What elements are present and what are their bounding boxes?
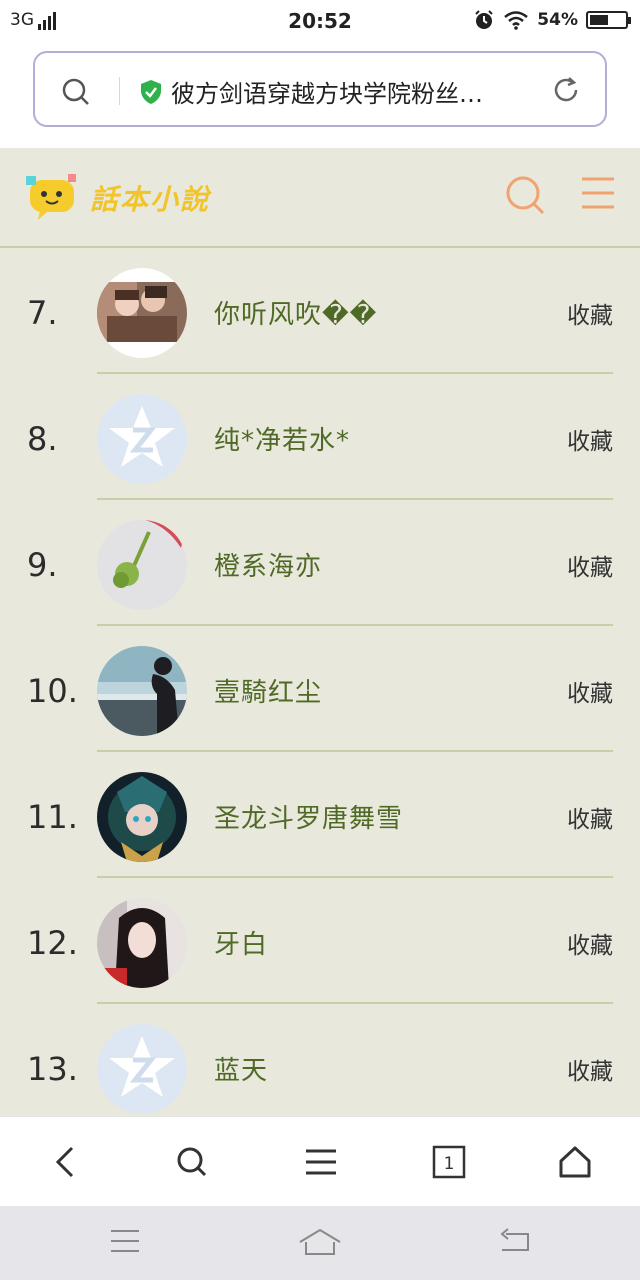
avatar[interactable] <box>97 898 187 988</box>
search-icon[interactable] <box>61 77 91 107</box>
rank-number: 9. <box>27 546 58 584</box>
list-item[interactable]: 9. 橙系海亦 收藏 <box>0 500 640 626</box>
collect-button[interactable]: 收藏 <box>567 422 613 456</box>
list-item[interactable]: 12. 牙白 收藏 <box>0 878 640 1004</box>
search-icon[interactable] <box>176 1145 208 1179</box>
recent-apps-icon[interactable] <box>110 1228 140 1254</box>
logo-icon[interactable] <box>24 170 80 224</box>
wifi-icon <box>504 11 529 30</box>
rank-number: 10. <box>27 672 78 710</box>
list-item[interactable]: 13. 蓝天 收藏 <box>0 1004 640 1116</box>
alarm-icon <box>475 10 494 29</box>
logo-text[interactable]: 話本小說 <box>90 178 210 218</box>
collect-button[interactable]: 收藏 <box>567 548 613 582</box>
battery-icon <box>586 11 631 29</box>
ranking-list: 7. 你听风吹�� 收藏 8. 纯*净若水* 收藏 9. 橙系海亦 收藏 10.… <box>0 248 640 1116</box>
system-navigation-bar <box>0 1206 640 1280</box>
collect-button[interactable]: 收藏 <box>567 926 613 960</box>
collect-button[interactable]: 收藏 <box>567 296 613 330</box>
tabs-icon[interactable]: 1 <box>432 1145 466 1179</box>
list-item[interactable]: 11. 圣龙斗罗唐舞雪 收藏 <box>0 752 640 878</box>
user-name[interactable]: 纯*净若水* <box>214 420 350 457</box>
default-avatar[interactable] <box>97 1024 187 1114</box>
rank-number: 12. <box>27 924 78 962</box>
home-icon[interactable] <box>558 1145 592 1179</box>
status-bar: 3G 20:52 54% <box>0 0 640 44</box>
reload-icon[interactable] <box>551 75 581 105</box>
page-title[interactable]: 彼方剑语穿越方块学院粉丝… <box>171 74 527 109</box>
rank-number: 7. <box>27 294 58 332</box>
user-name[interactable]: 橙系海亦 <box>214 546 322 583</box>
address-bar[interactable]: 彼方剑语穿越方块学院粉丝… <box>33 51 607 127</box>
home-nav-icon[interactable] <box>298 1228 342 1256</box>
secure-shield-icon <box>141 80 161 104</box>
user-name[interactable]: 壹騎红尘 <box>214 672 322 709</box>
address-divider <box>119 77 120 105</box>
back-icon[interactable] <box>50 1145 80 1179</box>
user-name[interactable]: 牙白 <box>214 924 268 961</box>
list-item[interactable]: 8. 纯*净若水* 收藏 <box>0 374 640 500</box>
menu-icon[interactable] <box>304 1145 338 1179</box>
user-name[interactable]: 蓝天 <box>214 1050 268 1087</box>
menu-icon[interactable] <box>580 176 616 210</box>
back-nav-icon[interactable] <box>498 1228 532 1256</box>
browser-toolbar: 1 <box>0 1116 640 1207</box>
rank-number: 11. <box>27 798 78 836</box>
rank-number: 8. <box>27 420 58 458</box>
user-name[interactable]: 圣龙斗罗唐舞雪 <box>214 798 403 835</box>
collect-button[interactable]: 收藏 <box>567 674 613 708</box>
rank-number: 13. <box>27 1050 78 1088</box>
avatar[interactable] <box>97 268 187 358</box>
search-icon[interactable] <box>504 174 546 216</box>
default-avatar[interactable] <box>97 394 187 484</box>
avatar[interactable] <box>97 646 187 736</box>
avatar[interactable] <box>97 520 187 610</box>
battery-percent: 54% <box>537 10 578 30</box>
avatar[interactable] <box>97 772 187 862</box>
user-name[interactable]: 你听风吹�� <box>214 294 377 331</box>
svg-text:1: 1 <box>444 1154 455 1174</box>
collect-button[interactable]: 收藏 <box>567 800 613 834</box>
collect-button[interactable]: 收藏 <box>567 1052 613 1086</box>
list-item[interactable]: 10. 壹騎红尘 收藏 <box>0 626 640 752</box>
list-item[interactable]: 7. 你听风吹�� 收藏 <box>0 248 640 374</box>
site-header: 話本小說 <box>0 148 640 248</box>
